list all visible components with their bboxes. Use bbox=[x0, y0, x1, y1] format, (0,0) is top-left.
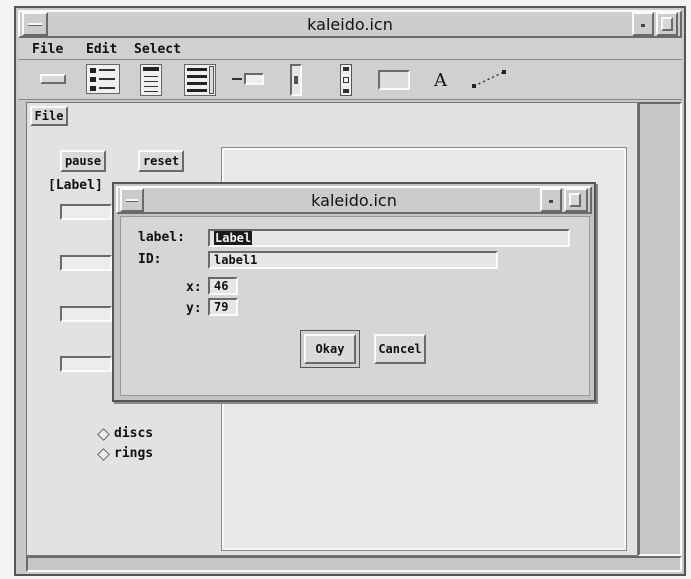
text-field-tool-icon[interactable] bbox=[232, 72, 266, 86]
menu-file[interactable]: File bbox=[32, 42, 63, 57]
y-input[interactable]: 79 bbox=[208, 298, 238, 316]
cancel-button[interactable]: Cancel bbox=[374, 334, 426, 364]
radio-discs[interactable]: discs bbox=[96, 426, 156, 444]
id-input[interactable]: label1 bbox=[208, 251, 498, 269]
x-input[interactable]: 46 bbox=[208, 277, 238, 295]
text-tool-icon[interactable]: A bbox=[434, 70, 447, 91]
canvas-label-widget[interactable]: [Label] bbox=[48, 178, 103, 193]
y-input-value: 79 bbox=[214, 300, 229, 314]
vertical-slider-tool-icon[interactable] bbox=[290, 64, 302, 96]
menu-bar bbox=[18, 38, 682, 60]
maximize-icon bbox=[661, 17, 673, 31]
canvas-scrollbar-vertical[interactable] bbox=[638, 102, 682, 556]
minimize-button[interactable] bbox=[632, 12, 654, 36]
dialog-title: kaleido.icn bbox=[311, 190, 397, 210]
dialog-maximize-button[interactable] bbox=[564, 188, 588, 212]
main-window-title: kaleido.icn bbox=[307, 14, 393, 34]
menu-select[interactable]: Select bbox=[134, 42, 181, 57]
window-menu-button[interactable] bbox=[22, 12, 48, 36]
canvas-slot-1[interactable] bbox=[60, 204, 112, 220]
radio-diamond-icon bbox=[97, 448, 110, 461]
okay-button[interactable]: Okay bbox=[304, 334, 356, 364]
window-menu-icon bbox=[28, 23, 42, 26]
id-caption: ID: bbox=[138, 252, 162, 267]
x-caption: x: bbox=[186, 280, 202, 295]
label-caption: label: bbox=[138, 230, 185, 245]
id-input-value: label1 bbox=[214, 253, 258, 267]
dialog-minimize-button[interactable] bbox=[540, 188, 562, 212]
radio-diamond-icon bbox=[97, 428, 110, 441]
reset-button[interactable]: reset bbox=[138, 150, 184, 172]
radio-rings[interactable]: rings bbox=[96, 446, 156, 464]
canvas-slot-4[interactable] bbox=[60, 356, 112, 372]
canvas-slot-3[interactable] bbox=[60, 306, 112, 322]
line-tool-icon[interactable] bbox=[470, 68, 508, 90]
scrollbar-tool-icon[interactable] bbox=[340, 64, 352, 96]
maximize-icon bbox=[569, 193, 581, 207]
canvas-slot-2[interactable] bbox=[60, 255, 112, 271]
canvas-menu-file[interactable]: File bbox=[30, 106, 68, 126]
button-tool-icon[interactable] bbox=[40, 74, 66, 84]
y-caption: y: bbox=[186, 301, 202, 316]
canvas-scrollbar-horizontal[interactable] bbox=[26, 556, 682, 572]
minimize-icon bbox=[549, 200, 553, 203]
pause-button[interactable]: pause bbox=[60, 150, 106, 172]
minimize-icon bbox=[641, 24, 645, 27]
radio-rings-label: rings bbox=[114, 446, 154, 461]
region-tool-icon[interactable] bbox=[378, 70, 410, 90]
scroll-list-tool-icon[interactable] bbox=[184, 64, 216, 96]
menu-edit[interactable]: Edit bbox=[86, 42, 117, 57]
label-input[interactable]: Label bbox=[208, 229, 570, 247]
x-input-value: 46 bbox=[214, 279, 229, 293]
maximize-button[interactable] bbox=[656, 12, 678, 36]
text-list-tool-icon[interactable] bbox=[140, 64, 162, 96]
radio-list-tool-icon[interactable] bbox=[86, 64, 120, 94]
dialog-window-menu-button[interactable] bbox=[120, 188, 144, 212]
window-menu-icon bbox=[126, 199, 138, 202]
radio-discs-label: discs bbox=[114, 426, 154, 441]
label-input-value: Label bbox=[214, 231, 253, 245]
